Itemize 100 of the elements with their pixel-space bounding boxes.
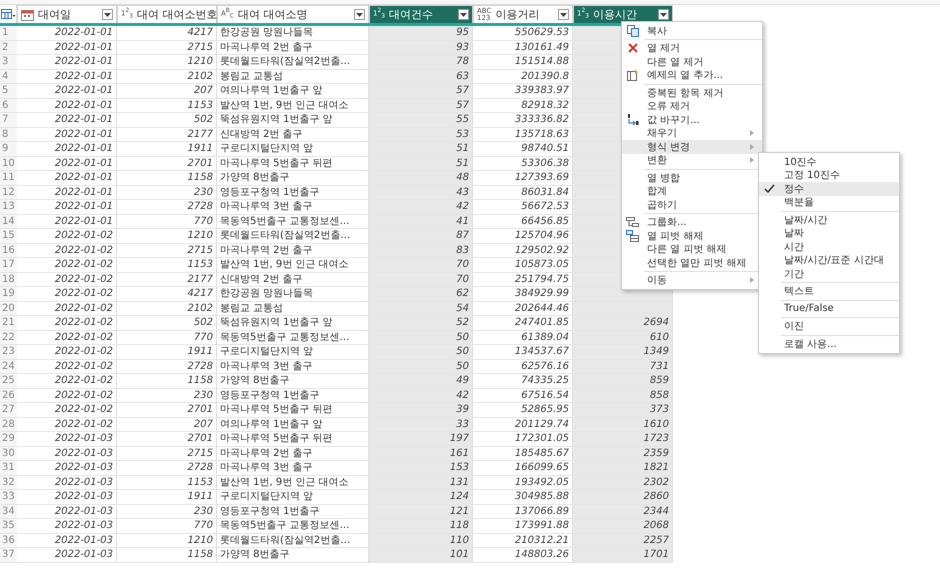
row-number: 13 [0, 200, 17, 214]
menu-item[interactable]: 복사 [622, 24, 762, 38]
menu-item[interactable]: 합계 [622, 184, 762, 198]
table-cell: 1158 [117, 548, 217, 562]
menu-item[interactable]: 날짜/시간 [759, 213, 899, 226]
row-number: 30 [0, 446, 17, 460]
table-cell: 1701 [573, 548, 673, 562]
caret-icon [356, 12, 363, 16]
table-cell: 2022-01-03 [17, 432, 117, 446]
table-cell: 70 [369, 272, 473, 286]
table-cell: 1158 [117, 171, 217, 184]
menu-item[interactable]: 형식 변경 [622, 140, 762, 154]
menu-item[interactable]: 열 피벗 해제 [622, 229, 762, 242]
menu-item[interactable]: 열 병합 [622, 171, 762, 184]
table-cell: 62 [369, 287, 473, 300]
row-number: 2 [0, 40, 17, 54]
menu-item[interactable]: 그룹화... [622, 216, 762, 229]
table-cell: 2177 [117, 272, 217, 286]
row-number: 16 [0, 244, 17, 257]
row-number: 19 [0, 287, 17, 300]
menu-item[interactable]: 10진수 [759, 155, 899, 168]
table-cell: 2022-01-02 [17, 418, 117, 431]
menu-item[interactable]: 시간 [759, 240, 899, 254]
row-number: 7 [0, 113, 17, 126]
table-cell: 1911 [117, 345, 217, 358]
menu-item[interactable]: 기간 [759, 267, 899, 280]
table-cell: 1610 [573, 418, 673, 431]
table-cell: 373 [573, 403, 673, 416]
table-cell: 2359 [573, 446, 673, 460]
table-cell: 53 [369, 128, 473, 141]
menu-item[interactable]: 선택한 열만 피벗 해제 [622, 256, 762, 270]
menu-item[interactable]: 백분율 [759, 196, 899, 209]
table-cell: 42 [369, 200, 473, 214]
menu-item[interactable]: 로캘 사용... [759, 337, 899, 350]
table-cell: 2694 [573, 316, 673, 330]
menu-item[interactable]: 다른 열 피벗 해제 [622, 242, 762, 256]
table-cell: 2302 [573, 476, 673, 489]
menu-item[interactable]: 이동 [622, 274, 762, 287]
table-cell: 4217 [117, 26, 217, 40]
table-cell: 2022-01-02 [17, 345, 117, 358]
table-cell: 610 [573, 330, 673, 344]
dropdown-button[interactable] [458, 9, 469, 20]
menu-item[interactable]: 채우기 [622, 126, 762, 140]
dropdown-button[interactable] [558, 9, 569, 20]
menu-item[interactable]: 텍스트 [759, 284, 899, 298]
table-cell: 2715 [117, 244, 217, 257]
menu-item[interactable]: 값 바꾸기... [622, 113, 762, 126]
table-cell: 1911 [117, 490, 217, 504]
table-cell: 51 [369, 156, 473, 170]
menu-item[interactable]: 날짜/시간/표준 시간대 [759, 254, 899, 267]
menu-item[interactable]: 다른 열 제거 [622, 55, 762, 68]
table-cell: 770 [117, 519, 217, 532]
table-cell: 2728 [117, 360, 217, 373]
table-cell: 2022-01-02 [17, 229, 117, 242]
table-cell: 1153 [117, 258, 217, 272]
add-column-icon [626, 69, 638, 82]
row-number: 3 [0, 55, 17, 68]
table-cell: 48 [369, 171, 473, 184]
row-number: 21 [0, 316, 17, 330]
menu-item[interactable]: 변환 [622, 154, 762, 167]
table-cell: 42 [369, 388, 473, 402]
table-cell: 2860 [573, 490, 673, 504]
menu-item[interactable]: 고정 10진수 [759, 168, 899, 182]
table-cell: 770 [117, 214, 217, 228]
table-cell: 207 [117, 418, 217, 431]
table-menu-icon[interactable] [1, 9, 16, 19]
table-cell: 2022-01-02 [17, 244, 117, 257]
table-cell: 2022-01-03 [17, 446, 117, 460]
table-cell: 83 [369, 244, 473, 257]
dropdown-button[interactable] [658, 9, 669, 20]
menu-item[interactable]: 날짜 [759, 226, 899, 240]
dropdown-button[interactable] [354, 9, 365, 20]
menu-item[interactable]: 오류 제거 [622, 100, 762, 113]
dropdown-button[interactable] [102, 9, 113, 20]
table-cell: 2022-01-01 [17, 70, 117, 83]
menu-item[interactable]: True/False [759, 302, 899, 316]
table-cell: 70 [369, 258, 473, 272]
caret-icon [660, 12, 667, 16]
row-number: 32 [0, 476, 17, 489]
table-cell: 2257 [573, 534, 673, 547]
table-cell: 55 [369, 113, 473, 126]
row-number: 8 [0, 128, 17, 141]
menu-item[interactable]: 중복된 항목 제거 [622, 86, 762, 100]
row-number: 22 [0, 330, 17, 344]
row-number: 25 [0, 374, 17, 388]
table-cell: 50 [369, 345, 473, 358]
menu-item[interactable]: 정수 [759, 182, 899, 196]
table-cell: 49 [369, 374, 473, 388]
table-cell: 1158 [117, 374, 217, 388]
menu-item[interactable]: 열 제거 [622, 42, 762, 55]
menu-item[interactable]: 예제의 열 추가... [622, 68, 762, 82]
table-cell: 2022-01-02 [17, 258, 117, 272]
row-number: 6 [0, 98, 17, 112]
column-header[interactable]: 대여일 [17, 5, 117, 23]
table-cell: 2022-01-01 [17, 113, 117, 126]
row-number: 12 [0, 186, 17, 199]
table-cell: 1210 [117, 229, 217, 242]
row-number: 35 [0, 519, 17, 532]
menu-item[interactable]: 곱하기 [622, 198, 762, 212]
menu-item[interactable]: 이진 [759, 320, 899, 333]
